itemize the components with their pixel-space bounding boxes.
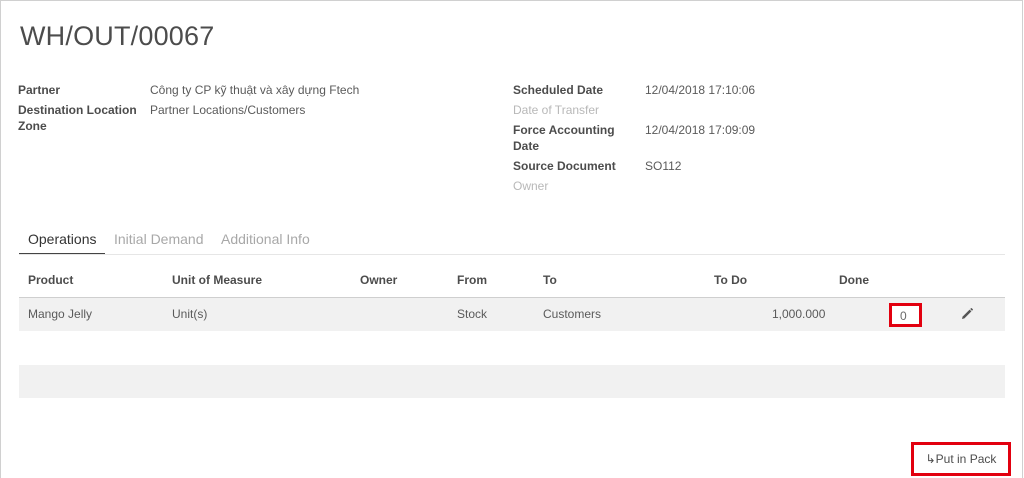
partner-value[interactable]: Công ty CP kỹ thuật và xây dựng Ftech [150,82,359,98]
tabs-divider [19,254,1005,255]
form-sheet: WH/OUT/00067 Partner Công ty CP kỹ thuật… [0,0,1023,478]
owner-label: Owner [513,179,549,193]
date-of-transfer-label: Date of Transfer [513,103,600,117]
tab-operations[interactable]: Operations [19,227,106,255]
column-header-unit-of-measure[interactable]: Unit of Measure [172,273,262,287]
column-header-done[interactable]: Done [839,273,869,287]
record-title: WH/OUT/00067 [20,21,215,51]
tab-additional-info[interactable]: Additional Info [221,227,310,251]
scheduled-date-label: Scheduled Date [513,83,604,97]
pencil-icon[interactable] [960,307,974,321]
source-document-label: Source Document [513,159,616,173]
destination-location-label: Destination Location [18,103,137,117]
cell-unit-of-measure: Unit(s) [172,307,208,321]
column-header-to[interactable]: To [543,273,557,287]
cell-to-do: 1,000.000 [772,307,826,321]
done-quantity-field[interactable]: 0 [889,303,922,327]
tab-initial-demand[interactable]: Initial Demand [114,227,204,251]
source-document-value[interactable]: SO112 [645,158,681,174]
put-in-pack-button[interactable]: ↳Put in Pack [911,442,1011,476]
put-in-pack-label: Put in Pack [935,452,997,466]
column-header-to-do[interactable]: To Do [714,273,747,287]
column-header-owner[interactable]: Owner [360,273,397,287]
cell-from: Stock [457,307,488,321]
destination-location-value[interactable]: Partner Locations/Customers [150,102,305,118]
cell-product[interactable]: Mango Jelly [28,307,92,321]
partner-label: Partner [18,83,61,97]
column-header-product[interactable]: Product [28,273,73,287]
scheduled-date-value[interactable]: 12/04/2018 17:10:06 [645,82,755,98]
force-accounting-value[interactable]: 12/04/2018 17:09:09 [645,122,755,138]
force-accounting-label: Force Accounting [513,123,615,137]
force-accounting-label-date: Date [513,139,540,153]
table-empty-row [19,365,1005,398]
table-row[interactable] [19,298,1005,331]
column-header-from[interactable]: From [457,273,487,287]
destination-location-label-zone: Zone [18,119,47,133]
cell-to: Customers [543,307,602,321]
cursor-pack-icon: ↳ [925,452,936,466]
